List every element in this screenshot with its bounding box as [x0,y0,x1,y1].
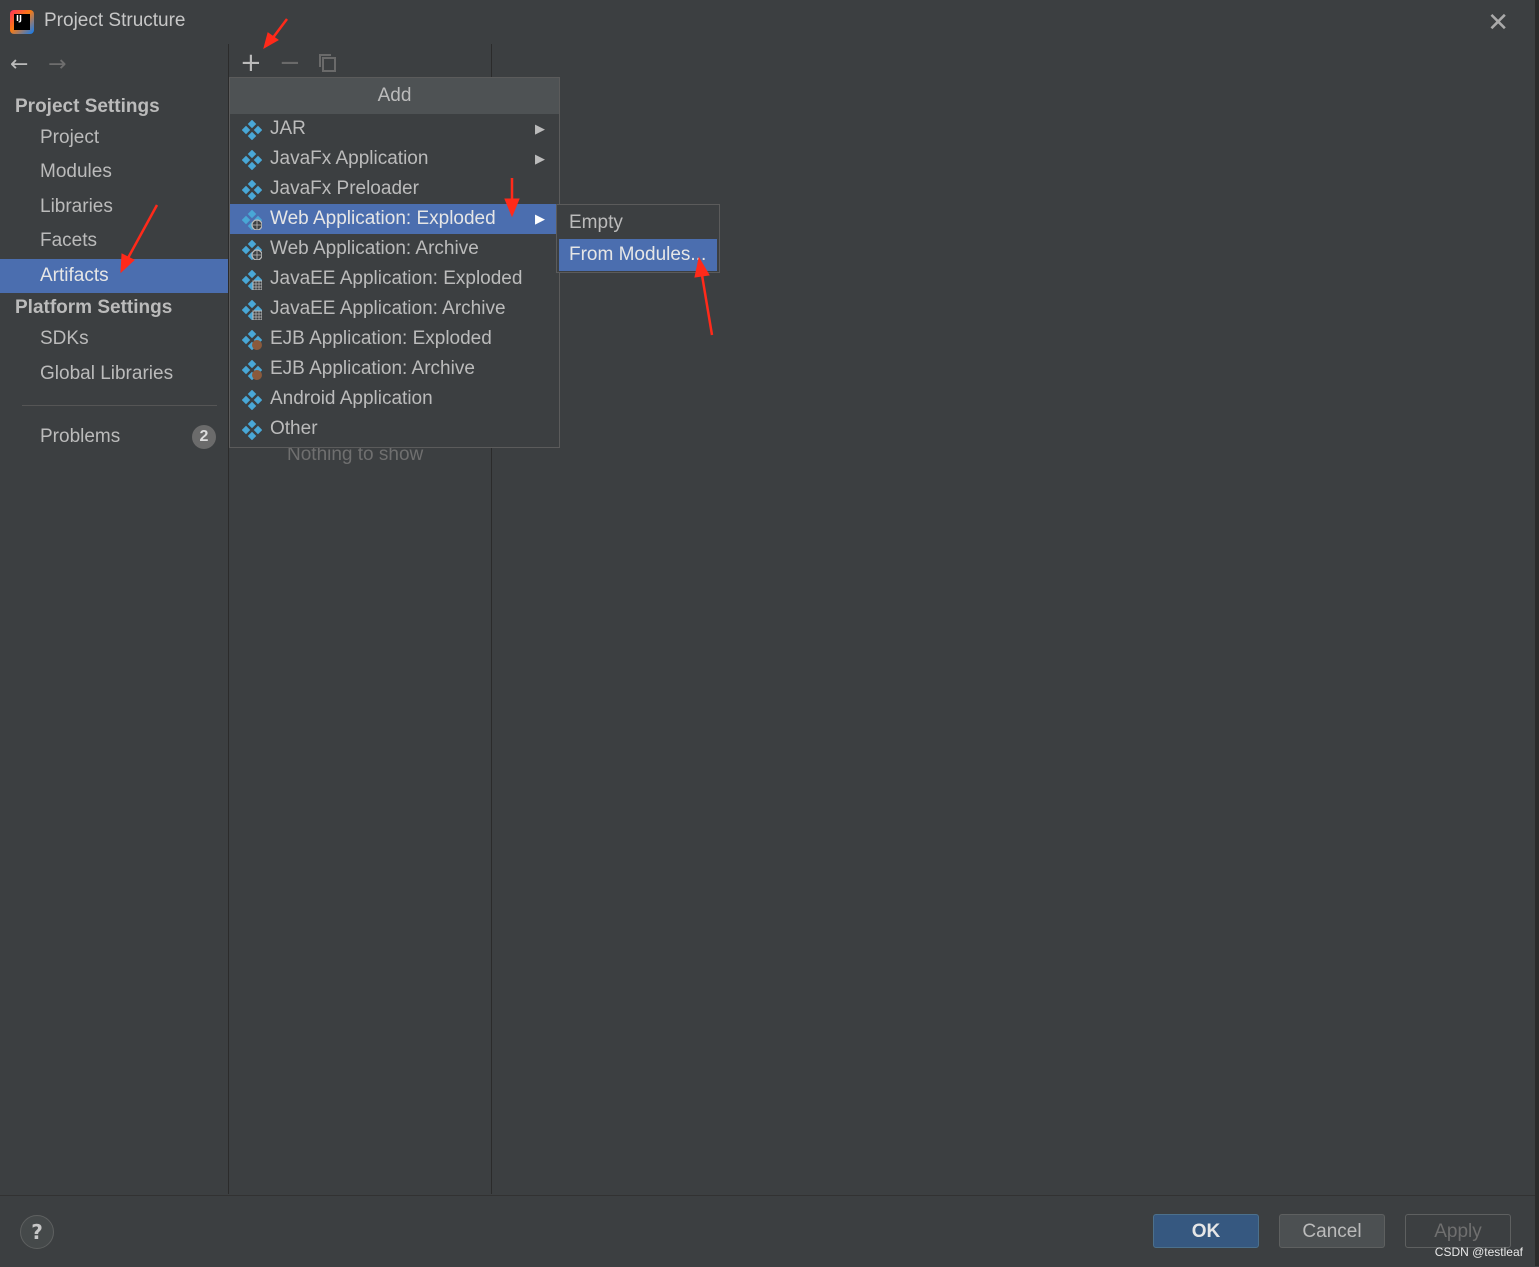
dialog-button-bar: ? OK Cancel Apply CSDN @testleaf [0,1195,1539,1267]
add-menu-item[interactable]: JavaEE Application: Exploded [230,264,559,294]
intellij-logo-icon: IJ [10,10,34,34]
add-menu-item[interactable]: JAR ▶ [230,114,559,144]
add-menu-item[interactable]: Web Application: Archive [230,234,559,264]
sidebar-divider [22,405,217,406]
submenu-arrow-icon: ▶ [535,121,545,136]
ejb-artifact-icon [241,359,263,381]
add-artifact-popup: Add JAR ▶ JavaFx Application ▶ JavaFx Preloa… [229,77,560,448]
add-menu-item[interactable]: EJB Application: Archive [230,354,559,384]
copy-icon[interactable] [318,50,338,80]
forward-arrow-icon[interactable]: → [48,52,86,77]
add-menu-item-label: JavaFx Preloader [270,178,419,199]
artifact-icon [241,119,263,141]
sidebar: ← → Project Settings Project Modules Libr… [0,44,228,1194]
platform-settings-heading: Platform Settings [15,297,173,318]
ok-button[interactable]: OK [1153,1214,1259,1248]
problems-count-badge: 2 [192,425,216,449]
close-icon[interactable]: ✕ [1487,8,1509,38]
sidebar-item-modules[interactable]: Modules [0,155,228,189]
ejb-artifact-icon [241,329,263,351]
add-menu-item-label: Android Application [270,388,433,409]
add-menu-item[interactable]: Android Application [230,384,559,414]
submenu-arrow-icon: ▶ [535,211,545,226]
add-menu-item[interactable]: JavaFx Preloader [230,174,559,204]
problems-label: Problems [40,426,121,447]
add-menu-item-label: JavaEE Application: Exploded [270,268,523,289]
sidebar-item-sdks[interactable]: SDKs [0,322,228,356]
web-artifact-icon [241,239,263,261]
add-menu-item-label: Web Application: Exploded [270,208,496,229]
submenu-arrow-icon: ▶ [535,151,545,166]
add-menu-item-label: EJB Application: Exploded [270,328,492,349]
add-menu-item[interactable]: EJB Application: Exploded [230,324,559,354]
submenu-item-from-modules[interactable]: From Modules... [559,239,717,271]
sidebar-item-facets[interactable]: Facets [0,224,228,258]
javaee-artifact-icon [241,269,263,291]
add-menu-item[interactable]: Other [230,414,559,444]
window-edge [1535,0,1539,1266]
add-menu-item-label: EJB Application: Archive [270,358,475,379]
popup-header: Add [230,78,559,114]
cancel-button[interactable]: Cancel [1279,1214,1385,1248]
sidebar-item-global-libraries[interactable]: Global Libraries [0,357,228,391]
add-menu-item-label: JAR [270,118,306,139]
artifact-icon [241,419,263,441]
sidebar-item-artifacts[interactable]: Artifacts [0,259,228,293]
remove-icon[interactable]: − [279,48,301,78]
project-settings-heading: Project Settings [15,96,160,117]
web-artifact-icon [241,209,263,231]
web-exploded-submenu: Empty From Modules... [556,204,720,273]
navigation-arrows: ← → [10,52,86,77]
add-menu-item[interactable]: JavaEE Application: Archive [230,294,559,324]
javaee-artifact-icon [241,299,263,321]
sidebar-item-problems[interactable]: Problems 2 [0,420,228,454]
window-title: Project Structure [44,10,186,31]
add-icon[interactable]: + [240,48,262,78]
help-button[interactable]: ? [20,1215,54,1249]
add-menu-item-label: Web Application: Archive [270,238,479,259]
title-bar: IJ Project Structure ✕ [0,0,1539,44]
artifact-icon [241,389,263,411]
add-menu-item-label: Other [270,418,318,439]
sidebar-item-libraries[interactable]: Libraries [0,190,228,224]
add-menu-item-label: JavaEE Application: Archive [270,298,506,319]
sidebar-item-project[interactable]: Project [0,121,228,155]
add-menu-item[interactable]: Web Application: Exploded ▶ [230,204,559,234]
submenu-item-empty[interactable]: Empty [557,207,719,239]
artifact-icon [241,179,263,201]
add-menu-item[interactable]: JavaFx Application ▶ [230,144,559,174]
back-arrow-icon[interactable]: ← [10,52,48,77]
add-menu-item-label: JavaFx Application [270,148,429,169]
artifact-icon [241,149,263,171]
apply-button[interactable]: Apply [1405,1214,1511,1248]
watermark: CSDN @testleaf [1434,1245,1523,1259]
